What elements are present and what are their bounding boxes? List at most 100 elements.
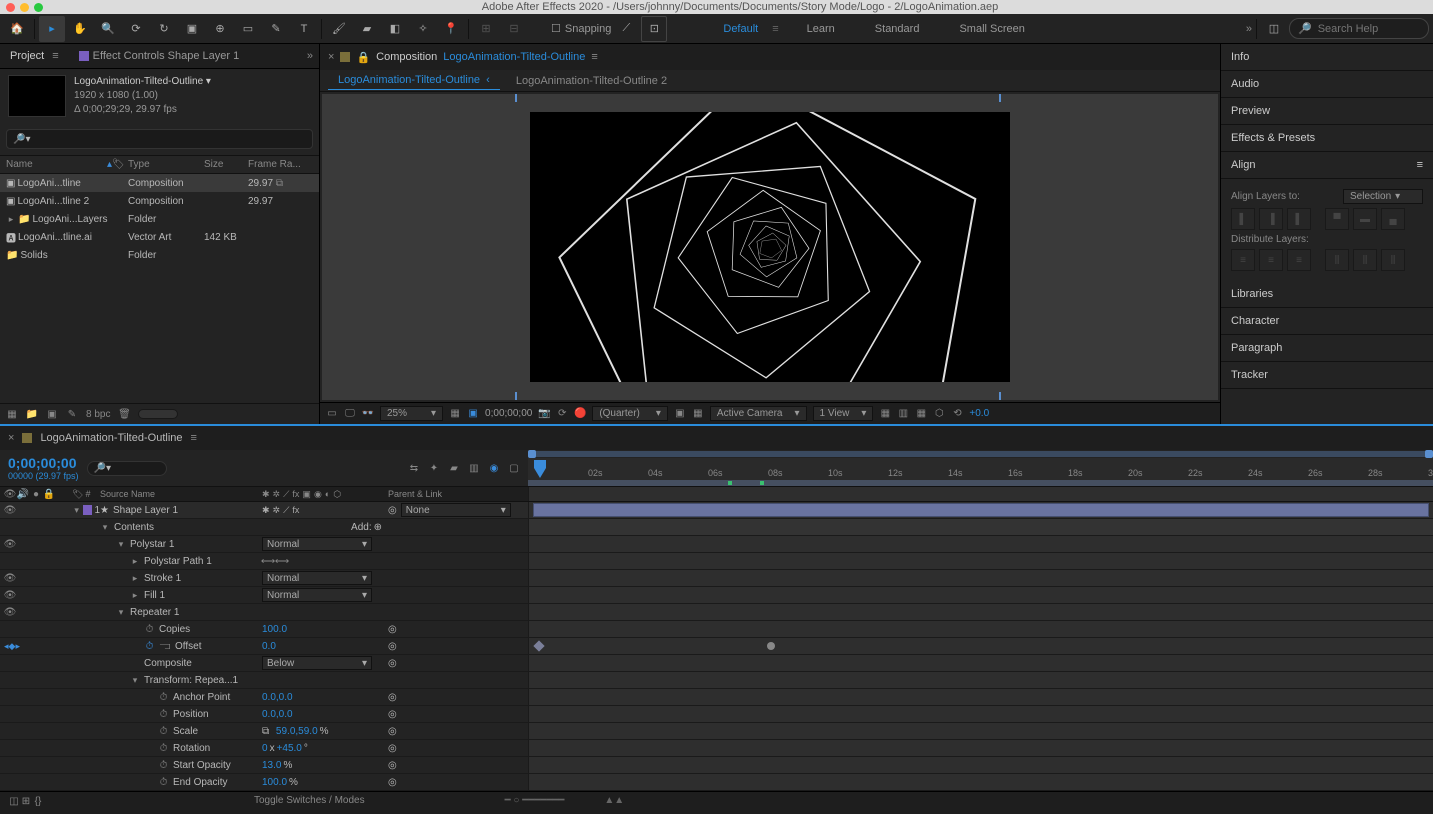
render-icon[interactable]: ⬡ [933, 408, 945, 420]
eraser-tool-icon[interactable]: ◧ [382, 16, 408, 42]
roto-tool-icon[interactable]: ✧ [410, 16, 436, 42]
puppet-tool-icon[interactable]: 📍 [438, 16, 464, 42]
magnify-icon[interactable]: ▭ [326, 408, 338, 420]
project-row[interactable]: 📁 SolidsFolder [0, 246, 319, 264]
transparency-icon[interactable]: ▦ [692, 408, 704, 420]
work-area-end-handle[interactable] [1425, 450, 1433, 458]
tl-opt6-icon[interactable]: ▢ [508, 462, 520, 474]
project-row[interactable]: 🅰 LogoAni...tline.aiVector Art142 KB [0, 228, 319, 246]
project-tab[interactable]: Project≡ [0, 44, 69, 68]
align-to-dropdown[interactable]: Selection▾ [1343, 189, 1423, 204]
solo-column-icon[interactable]: ● [30, 488, 42, 500]
timeline-search[interactable]: 🔎▾ [87, 461, 167, 476]
stroke-mode[interactable]: Normal▾ [262, 571, 372, 585]
parent-dropdown[interactable]: None▾ [401, 503, 511, 517]
shape-tool-icon[interactable]: ▭ [235, 16, 261, 42]
rotation-value[interactable]: +45.0 [277, 743, 302, 754]
twirl-polystar-path[interactable]: ▸ [130, 556, 140, 567]
panel-preview[interactable]: Preview [1221, 98, 1433, 125]
selection-tool-icon[interactable]: ▸ [39, 16, 65, 42]
project-row[interactable]: ▣ LogoAni...tline 2Composition29.97 [0, 192, 319, 210]
display-icon[interactable]: 🖵 [344, 408, 356, 420]
align-bottom-icon[interactable]: ▄ [1381, 208, 1405, 230]
twirl-contents[interactable]: ▾ [100, 522, 110, 533]
interpret-icon[interactable]: ▦ [6, 408, 18, 420]
maximize-window-icon[interactable] [34, 3, 43, 12]
timeline-snap-icon[interactable]: ▦ [915, 408, 927, 420]
snapshot-icon[interactable]: 📷 [538, 408, 550, 420]
dist-left-icon[interactable]: ⫼ [1325, 249, 1349, 271]
timeline-ruler[interactable]: 02s04s06s08s10s12s14s16s18s20s22s24s26s2… [528, 458, 1433, 480]
pen-tool-icon[interactable]: ✎ [263, 16, 289, 42]
layer-eye-icon[interactable]: 👁 [4, 504, 16, 516]
scale-value[interactable]: 59.0,59.0 [276, 726, 318, 737]
anchor-value[interactable]: 0.0,0.0 [262, 692, 293, 703]
eye-column-icon[interactable]: 👁 [4, 488, 16, 500]
panel-effects-presets[interactable]: Effects & Presets [1221, 125, 1433, 152]
orbit-tool-icon[interactable]: ⟳ [123, 16, 149, 42]
region-icon[interactable]: ▣ [674, 408, 686, 420]
safe-icon[interactable]: ▣ [467, 408, 479, 420]
workspace-standard[interactable]: Standard [863, 19, 932, 39]
channel-icon[interactable]: ▦ [449, 408, 461, 420]
panel-info[interactable]: Info [1221, 44, 1433, 71]
tl-ft3-icon[interactable]: {} [32, 795, 44, 807]
toggle-switches-button[interactable]: Toggle Switches / Modes [254, 795, 365, 807]
reset-icon[interactable]: ⟲ [951, 408, 963, 420]
workspace-small-screen[interactable]: Small Screen [947, 19, 1036, 39]
viewer-timecode[interactable]: 0;00;00;00 [485, 408, 532, 419]
work-area-start[interactable] [515, 94, 517, 102]
pixel-ar-icon[interactable]: ▦ [879, 408, 891, 420]
stopwatch-offset-icon[interactable]: ⏱ [144, 641, 155, 652]
resolution-dropdown[interactable]: (Quarter)▾ [592, 406, 668, 421]
align-right-icon[interactable]: ▌ [1287, 208, 1311, 230]
views-dropdown[interactable]: 1 View▾ [813, 406, 874, 421]
align-top-icon[interactable]: ▀ [1325, 208, 1349, 230]
lock-icon[interactable]: 🔒 [356, 51, 370, 64]
type-tool-icon[interactable]: T [291, 16, 317, 42]
zoom-dropdown[interactable]: 25%▾ [380, 406, 443, 421]
clone-tool-icon[interactable]: ▰ [354, 16, 380, 42]
align-left-icon[interactable]: ▌ [1231, 208, 1255, 230]
comp-tab-1[interactable]: LogoAnimation-Tilted-Outline ‹ [328, 71, 500, 90]
dist-vcenter-icon[interactable]: ≡ [1259, 249, 1283, 271]
tl-opt1-icon[interactable]: ⇆ [408, 462, 420, 474]
folder-icon[interactable]: 📁 [26, 408, 38, 420]
workspace-learn[interactable]: Learn [795, 19, 847, 39]
dist-top-icon[interactable]: ≡ [1231, 249, 1255, 271]
show-channel-icon[interactable]: ⟳ [556, 408, 568, 420]
timeline-tab[interactable]: LogoAnimation-Tilted-Outline [40, 432, 182, 444]
keyframe-offset-1[interactable] [533, 640, 544, 651]
hand-tool-icon[interactable]: ✋ [67, 16, 93, 42]
lock-column-icon[interactable]: 🔒 [43, 488, 55, 500]
tl-opt5-icon[interactable]: ◉ [488, 462, 500, 474]
footer-slider[interactable] [138, 409, 178, 419]
twirl-repeater[interactable]: ▾ [116, 607, 126, 618]
trash-icon[interactable]: 🗑 [118, 408, 130, 420]
zoom-tool-icon[interactable]: 🔍 [95, 16, 121, 42]
pickwhip-icon[interactable]: ◎ [388, 505, 397, 516]
pickwhip-icon[interactable]: ◎ [388, 624, 397, 635]
exposure-value[interactable]: +0.0 [969, 408, 989, 419]
effect-controls-tab[interactable]: Effect Controls Shape Layer 1 [69, 44, 250, 68]
copies-value[interactable]: 100.0 [262, 624, 287, 635]
camera-tool-icon[interactable]: ▣ [179, 16, 205, 42]
add-btn-icon[interactable]: ⊕ [374, 522, 382, 533]
panel-tracker[interactable]: Tracker [1221, 362, 1433, 389]
bpc-label[interactable]: 8 bpc [86, 409, 110, 420]
audio-column-icon[interactable]: 🔊 [17, 488, 29, 500]
align-hcenter-icon[interactable]: ▐ [1259, 208, 1283, 230]
timeline-timecode[interactable]: 0;00;00;00 [8, 455, 79, 471]
panel-audio[interactable]: Audio [1221, 71, 1433, 98]
workspace-default[interactable]: Default [711, 19, 770, 39]
dist-hcenter-icon[interactable]: ⫼ [1353, 249, 1377, 271]
brush-tool-icon[interactable]: 🖌 [326, 16, 352, 42]
work-area-start-handle[interactable] [528, 450, 536, 458]
dist-bottom-icon[interactable]: ≡ [1287, 249, 1311, 271]
rotate-tool-icon[interactable]: ↻ [151, 16, 177, 42]
snap-opt1-icon[interactable]: ⟋ [613, 16, 639, 42]
project-row[interactable]: ▣ LogoAni...tlineComposition29.97 ⧉ [0, 174, 319, 192]
comp-tab-2[interactable]: LogoAnimation-Tilted-Outline 2 [506, 72, 677, 90]
panel-paragraph[interactable]: Paragraph [1221, 335, 1433, 362]
composition-viewport[interactable] [530, 112, 1010, 382]
